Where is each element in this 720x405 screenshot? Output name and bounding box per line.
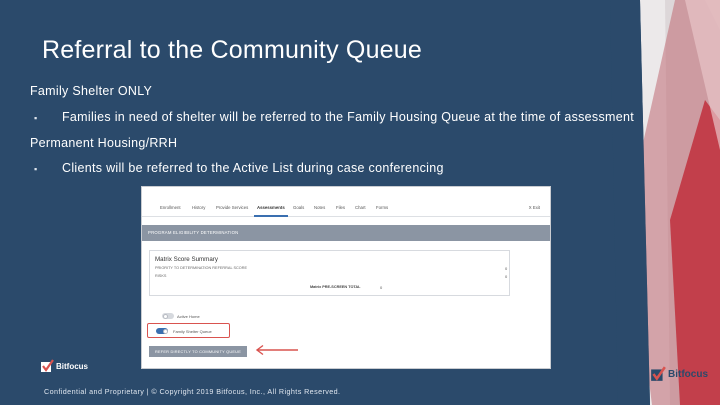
bullet-family-shelter: ▪ Families in need of shelter will be ref… (34, 110, 634, 124)
tab-provide-services[interactable]: Provide Services (216, 205, 248, 210)
bullet-text-permanent-housing: Clients will be referred to the Active L… (62, 161, 444, 175)
active-list-toggle[interactable] (162, 313, 174, 319)
score-value-priority: 0 (505, 266, 508, 271)
tab-enrollment[interactable]: Enrollment (160, 205, 181, 210)
decorative-stripes-graphic (610, 0, 720, 405)
score-label-risks: RISKS (155, 274, 167, 278)
active-tab-indicator (254, 215, 288, 217)
tab-history[interactable]: History (192, 205, 205, 210)
bitfocus-logo-right: Bitfocus (650, 366, 708, 382)
matrix-score-card: Matrix Score Summary PRIORITY TO DETERMI… (149, 250, 510, 296)
tab-assessments[interactable]: Assessments (257, 205, 285, 210)
toggle-knob (162, 313, 168, 319)
section-heading-family-shelter: Family Shelter ONLY (30, 84, 153, 98)
tab-goals[interactable]: Goals (293, 205, 304, 210)
decorative-side-panel (610, 0, 720, 405)
exit-button[interactable]: X Exit (529, 205, 540, 210)
tab-files[interactable]: Files (336, 205, 345, 210)
slide-title: Referral to the Community Queue (42, 36, 422, 64)
section-header-title: PROGRAM ELIGIBILITY DETERMINATION (148, 230, 239, 235)
tab-forms[interactable]: Forms (376, 205, 388, 210)
card-title: Matrix Score Summary (155, 256, 218, 263)
bullet-icon: ▪ (34, 113, 38, 123)
section-heading-permanent-housing: Permanent Housing/RRH (30, 136, 178, 150)
active-list-toggle-label: Active Home (177, 314, 200, 319)
bitfocus-wordmark-right: Bitfocus (668, 368, 708, 380)
bullet-text-family-shelter: Families in need of shelter will be refe… (62, 110, 635, 124)
tab-notes[interactable]: Notes (314, 205, 325, 210)
pointer-arrow-icon (255, 344, 298, 356)
bitfocus-wordmark-left: Bitfocus (56, 361, 88, 371)
bullet-icon: ▪ (34, 164, 38, 174)
footer-copyright: Confidential and Proprietary | © Copyrig… (44, 387, 341, 396)
bitfocus-logo-left: Bitfocus (40, 359, 88, 373)
client-tab-bar: Enrollment History Provide Services Asse… (142, 201, 550, 217)
score-value-risks: 0 (505, 274, 508, 279)
highlight-box (147, 323, 230, 338)
embedded-app-screenshot: Enrollment History Provide Services Asse… (141, 186, 551, 369)
section-header-band: PROGRAM ELIGIBILITY DETERMINATION (142, 225, 550, 241)
bullet-permanent-housing: ▪ Clients will be referred to the Active … (34, 161, 444, 175)
bitfocus-check-icon (41, 359, 54, 372)
bitfocus-check-icon (651, 366, 666, 381)
total-label: Matrix PRE-SCREEN TOTAL (310, 285, 361, 289)
score-label-priority: PRIORITY TO DETERMINATION REFERRAL SCORE (155, 266, 247, 270)
refer-to-community-queue-button[interactable]: REFER DIRECTLY TO COMMUNITY QUEUE (149, 346, 247, 357)
total-value: 0 (380, 285, 383, 290)
tab-chart[interactable]: Chart (355, 205, 366, 210)
